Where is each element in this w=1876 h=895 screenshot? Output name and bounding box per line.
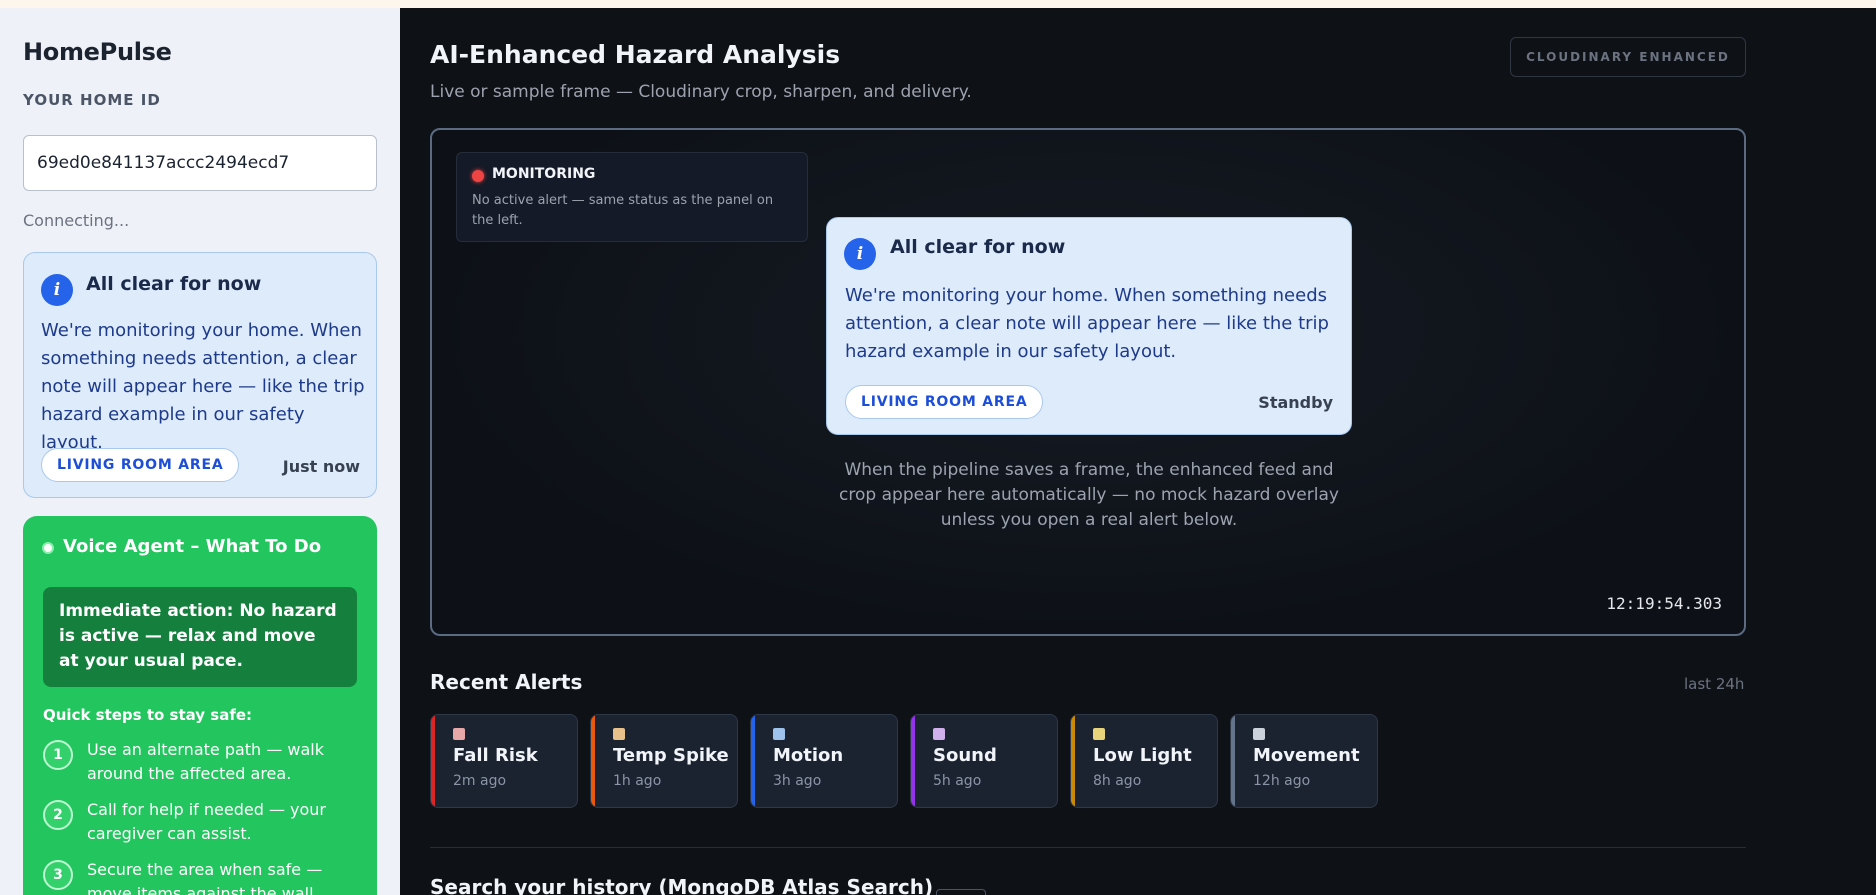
frame-card-status: Standby bbox=[1258, 393, 1333, 412]
quick-steps-label: Quick steps to stay safe: bbox=[43, 706, 253, 724]
alert-name: Motion bbox=[773, 745, 844, 766]
alerts-range: last 24h bbox=[1684, 675, 1745, 693]
search-chip[interactable] bbox=[936, 889, 986, 895]
all-clear-body: We're monitoring your home. When somethi… bbox=[41, 320, 365, 453]
alert-time: 8h ago bbox=[1093, 773, 1142, 789]
frame-timestamp: 12:19:54.303 bbox=[1606, 594, 1722, 613]
top-strip bbox=[0, 0, 1876, 8]
frame-all-clear-card: i All clear for now We're monitoring you… bbox=[826, 217, 1352, 435]
alert-type-icon bbox=[773, 728, 785, 740]
alert-color-bar bbox=[431, 715, 435, 807]
page-title: AI-Enhanced Hazard Analysis bbox=[430, 40, 841, 69]
all-clear-time: Just now bbox=[282, 457, 360, 476]
alert-name: Movement bbox=[1253, 745, 1360, 766]
alert-color-bar bbox=[1231, 715, 1235, 807]
status-dot-icon bbox=[42, 542, 54, 554]
area-pill[interactable]: LIVING ROOM AREA bbox=[41, 448, 240, 482]
home-id-label: YOUR HOME ID bbox=[23, 91, 161, 109]
alert-name: Fall Risk bbox=[453, 745, 538, 766]
alert-card[interactable]: Sound 5h ago bbox=[910, 714, 1058, 808]
alert-color-bar bbox=[591, 715, 595, 807]
frame-card-title: All clear for now bbox=[890, 236, 1066, 258]
alert-color-bar bbox=[1071, 715, 1075, 807]
sidebar: HomePulse YOUR HOME ID Connecting... i A… bbox=[0, 8, 400, 895]
all-clear-card: i All clear for now We're monitoring you… bbox=[23, 252, 377, 498]
step-number: 1 bbox=[43, 740, 73, 770]
pipeline-note: When the pipeline saves a frame, the enh… bbox=[839, 460, 1339, 530]
home-id-input[interactable] bbox=[23, 135, 377, 191]
info-icon: i bbox=[844, 238, 876, 270]
step-number: 3 bbox=[43, 860, 73, 890]
recording-dot-icon bbox=[472, 170, 484, 182]
alert-card[interactable]: Motion 3h ago bbox=[750, 714, 898, 808]
alert-card[interactable]: Temp Spike 1h ago bbox=[590, 714, 738, 808]
alert-time: 3h ago bbox=[773, 773, 822, 789]
monitoring-text: No active alert — same status as the pan… bbox=[472, 193, 774, 228]
step-number: 2 bbox=[43, 800, 73, 830]
alert-color-bar bbox=[751, 715, 755, 807]
alert-type-icon bbox=[1253, 728, 1265, 740]
voice-agent-title: Voice Agent – What To Do bbox=[63, 536, 322, 557]
alert-card[interactable]: Low Light 8h ago bbox=[1070, 714, 1218, 808]
step-text: Call for help if needed — your caregiver… bbox=[87, 800, 327, 843]
alert-time: 12h ago bbox=[1253, 773, 1311, 789]
alert-name: Low Light bbox=[1093, 745, 1192, 766]
all-clear-title: All clear for now bbox=[86, 273, 262, 295]
page-subtitle: Live or sample frame — Cloudinary crop, … bbox=[430, 82, 972, 102]
divider bbox=[430, 847, 1746, 848]
hazard-frame: MONITORING No active alert — same status… bbox=[430, 128, 1746, 636]
immediate-action: Immediate action: No hazard is active — … bbox=[43, 587, 357, 687]
alert-card[interactable]: Movement 12h ago bbox=[1230, 714, 1378, 808]
monitoring-panel: MONITORING No active alert — same status… bbox=[456, 152, 808, 242]
alert-type-icon bbox=[613, 728, 625, 740]
frame-card-body: We're monitoring your home. When somethi… bbox=[845, 285, 1329, 362]
area-pill[interactable]: LIVING ROOM AREA bbox=[845, 385, 1044, 419]
info-icon: i bbox=[41, 274, 73, 306]
step-text: Secure the area when safe — move items a… bbox=[87, 860, 323, 895]
connection-status: Connecting... bbox=[23, 211, 130, 230]
voice-agent-card: Voice Agent – What To Do Immediate actio… bbox=[23, 516, 377, 895]
brand-logo: HomePulse bbox=[23, 38, 172, 66]
alert-color-bar bbox=[911, 715, 915, 807]
search-history-title: Search your history (MongoDB Atlas Searc… bbox=[430, 875, 934, 895]
alert-type-icon bbox=[453, 728, 465, 740]
alert-time: 1h ago bbox=[613, 773, 662, 789]
monitoring-label: MONITORING bbox=[492, 166, 596, 182]
step-text: Use an alternate path — walk around the … bbox=[87, 740, 324, 783]
alert-name: Sound bbox=[933, 745, 997, 766]
alert-type-icon bbox=[1093, 728, 1105, 740]
alert-time: 5h ago bbox=[933, 773, 982, 789]
alert-card[interactable]: Fall Risk 2m ago bbox=[430, 714, 578, 808]
alert-name: Temp Spike bbox=[613, 745, 729, 766]
cloudinary-badge: CLOUDINARY ENHANCED bbox=[1510, 37, 1746, 77]
alert-type-icon bbox=[933, 728, 945, 740]
recent-alerts-title: Recent Alerts bbox=[430, 670, 583, 694]
alert-time: 2m ago bbox=[453, 773, 507, 789]
